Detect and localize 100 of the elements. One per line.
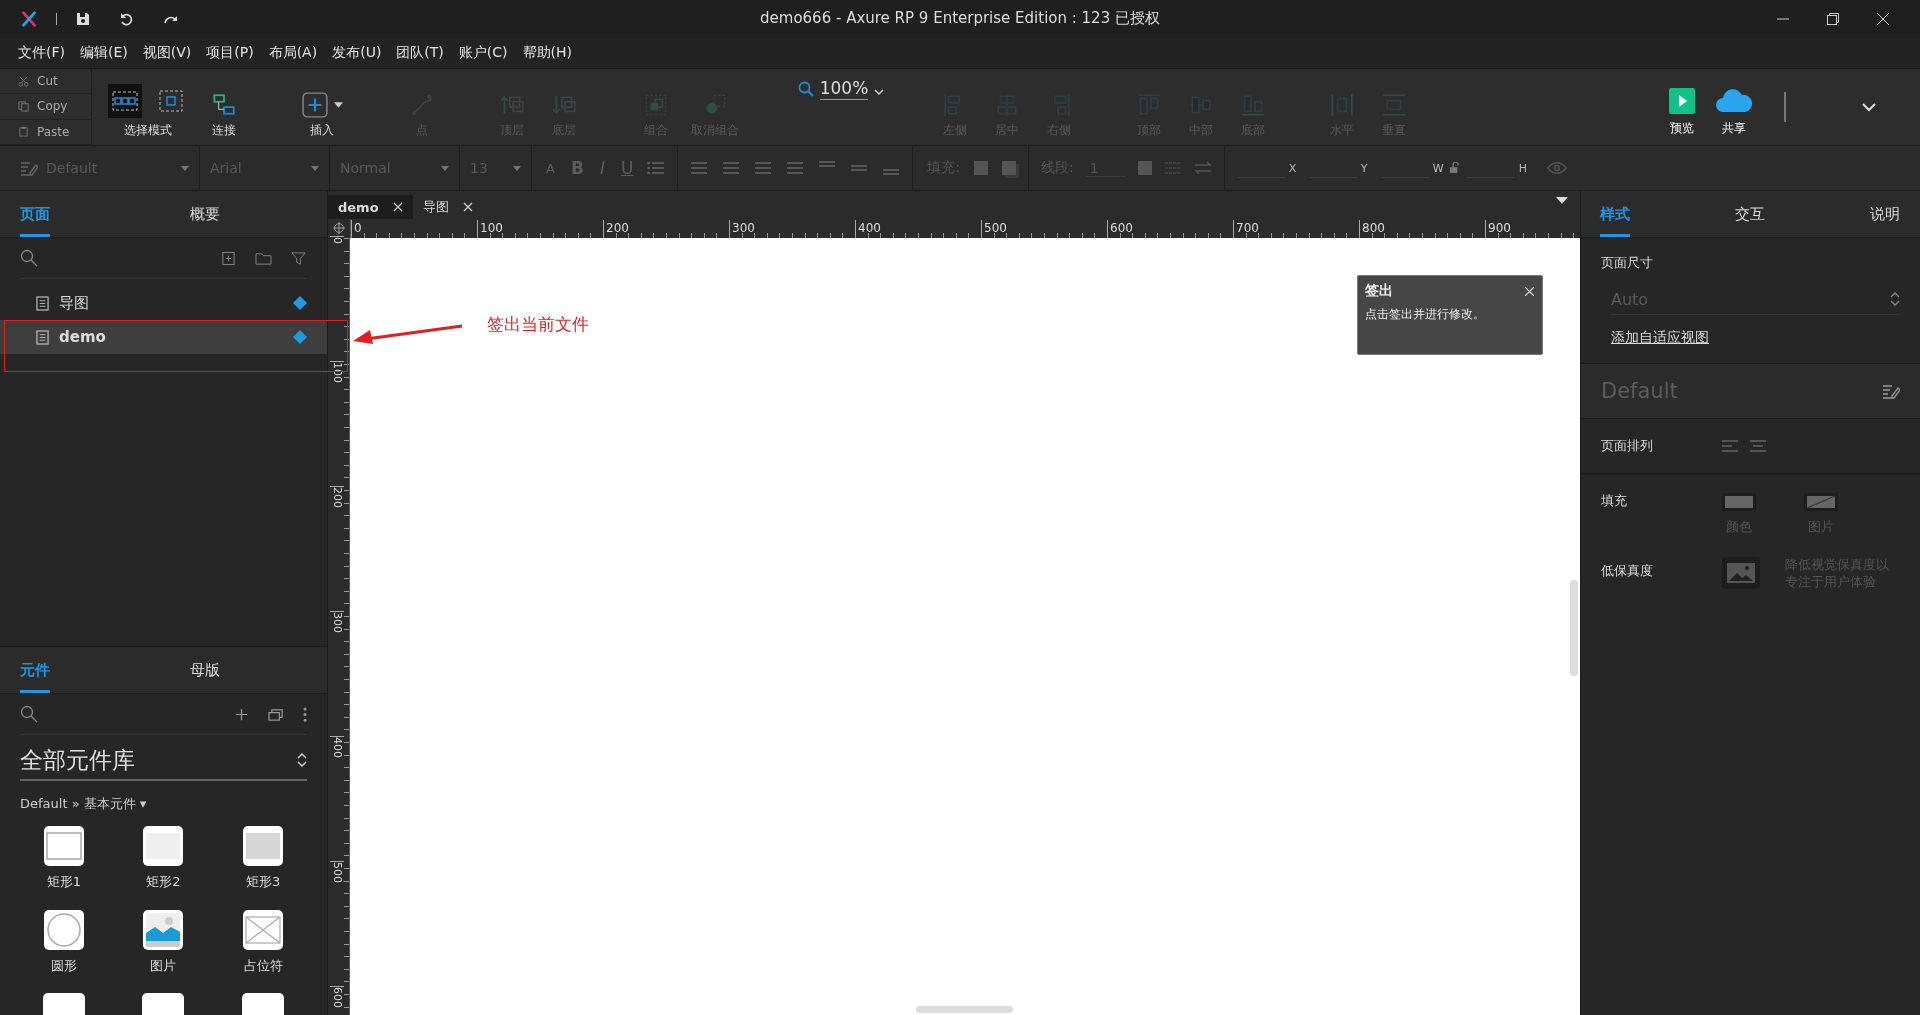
ruler-label: 900 xyxy=(1485,220,1511,236)
undo-icon[interactable] xyxy=(119,11,135,27)
ruler-label: 600 xyxy=(330,986,344,1008)
caret-icon xyxy=(181,165,189,171)
page-icon xyxy=(36,295,49,311)
menu-item[interactable]: 项目(P) xyxy=(206,44,254,62)
ruler-label: 0 xyxy=(330,236,344,244)
ruler-label: 700 xyxy=(1233,220,1259,236)
menu-item[interactable]: 编辑(E) xyxy=(80,44,128,62)
diamond-icon xyxy=(293,330,307,344)
page-item[interactable]: demo xyxy=(0,320,327,354)
more-icon[interactable] xyxy=(303,706,307,722)
rectangle-widget-icon[interactable] xyxy=(142,825,185,867)
document-tab[interactable]: 导图 xyxy=(412,195,483,219)
annotation-text: 签出当前文件 xyxy=(487,313,589,336)
coordinate-label: Y xyxy=(1360,161,1369,175)
menu-item[interactable]: 布局(A) xyxy=(268,44,318,62)
ruler-label: 500 xyxy=(981,220,1007,236)
rectangle-widget-icon[interactable] xyxy=(242,825,285,867)
ruler-label: 100 xyxy=(477,220,503,236)
ruler-label: 600 xyxy=(1107,220,1133,236)
placeholder-widget-icon[interactable] xyxy=(242,909,285,951)
fidelity-label: 低保真度 xyxy=(1601,562,1654,580)
library-dropdown[interactable]: 全部元件库 xyxy=(20,741,307,781)
fill-color-swatch[interactable] xyxy=(974,161,989,175)
zoom-dropdown[interactable]: 100% xyxy=(796,69,886,145)
add-icon[interactable] xyxy=(233,706,250,722)
widget-label: 图片 xyxy=(150,957,177,975)
panel-tab[interactable]: 概要 xyxy=(190,191,220,237)
tab-menu-icon[interactable] xyxy=(1556,196,1568,204)
close-icon[interactable] xyxy=(392,202,403,212)
vertical-scrollbar[interactable] xyxy=(1570,580,1578,676)
distribute-vertical-icon xyxy=(1381,92,1407,118)
style-edit-icon xyxy=(20,160,38,176)
coordinate-label: X xyxy=(1288,161,1298,175)
adaptive-view-link[interactable]: 添加自适应视图 xyxy=(1611,329,1900,347)
coordinate-label: W xyxy=(1432,161,1445,175)
filter-icon[interactable] xyxy=(290,250,307,266)
menu-item[interactable]: 帮助(H) xyxy=(522,44,572,62)
ruler-label: 300 xyxy=(729,220,755,236)
align-center-icon[interactable] xyxy=(1749,439,1767,453)
search-icon[interactable] xyxy=(20,705,38,723)
select-mode-icon[interactable] xyxy=(108,84,142,118)
edit-style-icon[interactable] xyxy=(1882,383,1900,399)
menu-item[interactable]: 发布(U) xyxy=(332,44,382,62)
page-item[interactable]: 导图 xyxy=(0,286,327,320)
ruler-label: 200 xyxy=(603,220,629,236)
zoom-icon xyxy=(797,81,814,97)
color-fill-icon xyxy=(1721,492,1757,512)
rectangle-widget-icon[interactable] xyxy=(42,825,85,867)
plus-icon xyxy=(301,92,328,118)
bullet-list-icon[interactable] xyxy=(647,161,666,175)
panel-tab[interactable]: 母版 xyxy=(190,647,220,693)
align-left-icon[interactable] xyxy=(1721,439,1739,453)
account-chevron-icon[interactable] xyxy=(1862,102,1876,112)
library-path[interactable]: Default » 基本元件 ▾ xyxy=(20,795,327,813)
menu-item[interactable]: 视图(V) xyxy=(142,44,192,62)
chevron-icon xyxy=(874,88,885,96)
toolbar-button[interactable]: 连接 xyxy=(198,69,250,145)
tooltip-title: 签出 xyxy=(1365,282,1393,300)
crosshair-icon[interactable] xyxy=(332,221,346,235)
group-icon xyxy=(643,92,669,118)
page-size-label: 页面尺寸 xyxy=(1601,254,1654,272)
document-tab[interactable]: demo xyxy=(328,195,413,219)
restore-icon[interactable] xyxy=(1826,12,1840,26)
ruler-label: 400 xyxy=(855,220,881,236)
panel-tab[interactable]: 说明 xyxy=(1870,191,1900,237)
line-color-swatch[interactable] xyxy=(1137,161,1152,175)
ruler-label: 300 xyxy=(330,611,344,633)
image-widget-icon[interactable] xyxy=(142,909,185,951)
folder-icon[interactable] xyxy=(255,250,272,266)
unlock-icon[interactable] xyxy=(1448,162,1459,174)
tool-label: 选择模式 xyxy=(124,122,172,139)
close-icon[interactable] xyxy=(462,202,473,212)
close-icon[interactable] xyxy=(1876,12,1890,26)
toolbar-button[interactable]: 预览 xyxy=(1656,87,1708,137)
add-page-icon[interactable] xyxy=(220,250,237,266)
image-toggle-icon[interactable] xyxy=(1721,556,1761,590)
menu-item[interactable]: 团队(T) xyxy=(396,44,444,62)
up-down-icon xyxy=(1890,291,1900,307)
circle-widget-icon[interactable] xyxy=(42,909,85,951)
horizontal-scrollbar[interactable] xyxy=(916,1006,1013,1013)
menu-item[interactable]: 文件(F) xyxy=(18,44,65,62)
save-icon[interactable] xyxy=(75,11,91,27)
panel-tab[interactable]: 样式 xyxy=(1600,191,1630,237)
distribute-horizontal-icon xyxy=(1329,92,1355,118)
insert-button[interactable]: 插入 xyxy=(292,69,352,145)
coordinate-label: H xyxy=(1518,161,1529,175)
panel-tab[interactable]: 元件 xyxy=(20,647,50,693)
stacked-windows-icon[interactable] xyxy=(268,706,285,722)
diamond-icon xyxy=(293,296,307,310)
panel-tab[interactable]: 页面 xyxy=(20,191,50,237)
toolbar-button[interactable]: 共享 xyxy=(1708,87,1760,137)
panel-tab[interactable]: 交互 xyxy=(1735,191,1765,237)
shadow-swatch[interactable] xyxy=(1002,161,1017,175)
search-icon[interactable] xyxy=(20,249,38,267)
image-fill-icon xyxy=(1803,492,1839,512)
menu-item[interactable]: 账户(C) xyxy=(458,44,508,62)
close-icon[interactable] xyxy=(1524,285,1535,297)
ruler-label: 500 xyxy=(330,861,344,883)
